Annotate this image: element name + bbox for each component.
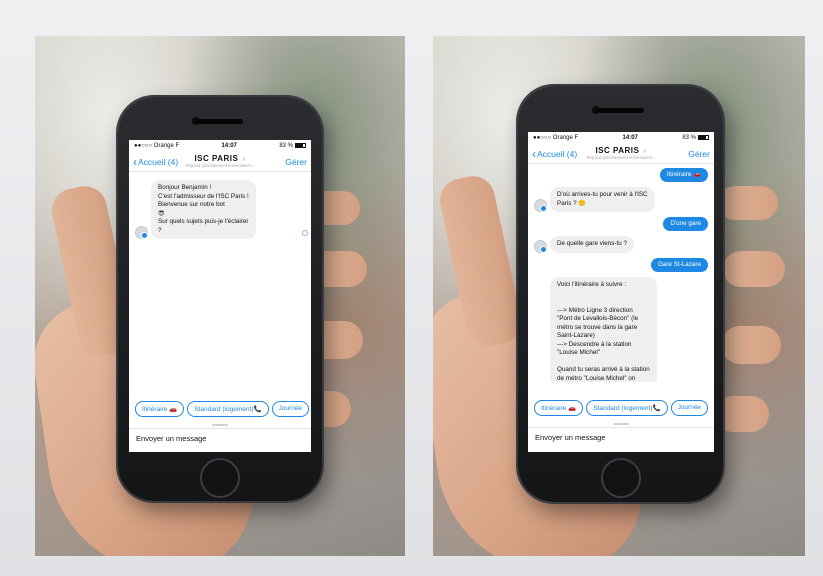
bot-message: D'où arrives-tu pour venir à l'ISC Paris… <box>550 187 655 213</box>
message-input[interactable]: Envoyer un message <box>129 428 311 448</box>
quick-reply-itinerary[interactable]: Itinéraire 🚗 <box>135 401 185 417</box>
chevron-right-icon: › <box>242 154 246 163</box>
battery-indicator: 83 % <box>682 134 709 141</box>
list-item: Bonjour Benjamin ! C'est l'admisseur de … <box>135 180 305 239</box>
bot-message: De quelle gare viens-tu ? <box>550 236 635 253</box>
list-item: D'une gare <box>534 217 708 232</box>
list-item: Gare St-Lazare <box>534 257 708 273</box>
list-item: Itinéraire 🚗 <box>534 168 708 183</box>
user-message: Itinéraire 🚗 <box>659 168 708 183</box>
back-button[interactable]: ‹ Accueil (4) <box>133 156 178 168</box>
phone-left: ●●○○○ Orange F 14:07 83 % ‹ Accueil (4) I… <box>118 97 322 501</box>
chat-thread: Bonjour Benjamin ! C'est l'admisseur de … <box>129 172 311 239</box>
battery-indicator: 83 % <box>279 142 306 149</box>
chevron-left-icon: ‹ <box>133 154 137 169</box>
chat-thread: Itinéraire 🚗 D'où arrives-tu pour venir … <box>528 164 714 382</box>
earpiece-speaker <box>597 108 644 113</box>
message-input[interactable]: Envoyer un message <box>528 427 714 447</box>
quick-reply-standard[interactable]: Standard (logement)📞 <box>187 401 269 417</box>
finger <box>723 251 785 287</box>
chevron-right-icon: › <box>643 146 647 155</box>
battery-icon <box>698 134 709 140</box>
carrier-label: ●●○○○ Orange F <box>533 135 579 141</box>
drag-handle[interactable] <box>613 423 629 425</box>
quick-reply-standard[interactable]: Standard (logement)📞 <box>586 400 668 416</box>
finger <box>718 186 778 220</box>
bot-message: Bonjour Benjamin ! C'est l'admisseur de … <box>151 180 256 239</box>
clock: 14:07 <box>622 135 638 141</box>
quick-reply-journee[interactable]: Journée <box>271 401 310 417</box>
bot-avatar <box>534 199 547 213</box>
phone-screen: ●●○○○ Orange F 14:07 83 % ‹ Accueil (4) I… <box>528 132 714 452</box>
phone-right: ●●○○○ Orange F 14:07 83 % ‹ Accueil (4) I… <box>518 86 723 502</box>
manage-button[interactable]: Gérer <box>688 149 710 159</box>
nav-bar: ‹ Accueil (4) ISC PARIS › Répond généralem… <box>129 152 311 172</box>
list-item: De quelle gare viens-tu ? <box>534 236 708 253</box>
read-receipt-icon <box>302 230 308 236</box>
finger <box>715 396 769 432</box>
status-bar: ●●○○○ Orange F 14:07 83 % <box>528 132 714 144</box>
bot-message: Voici l'itinéraire à suivre : ---> Métro… <box>550 277 657 382</box>
quick-replies: Itinéraire 🚗 Standard (logement)📞 Journé… <box>129 401 311 417</box>
back-label: Accueil (4) <box>537 148 578 159</box>
list-item: Voici l'itinéraire à suivre : ---> Métro… <box>534 277 708 382</box>
earpiece-speaker <box>197 119 243 124</box>
back-button[interactable]: ‹ Accueil (4) <box>532 148 577 160</box>
finger <box>721 326 781 364</box>
clock: 14:07 <box>221 143 237 149</box>
quick-replies: Itinéraire 🚗 Standard (logement)📞 Journé… <box>528 400 714 416</box>
quick-reply-journee[interactable]: Journée <box>670 400 709 416</box>
manage-button[interactable]: Gérer <box>285 157 307 167</box>
quick-reply-itinerary[interactable]: Itinéraire 🚗 <box>534 400 584 416</box>
back-label: Accueil (4) <box>138 156 179 167</box>
battery-icon <box>295 142 306 148</box>
phone-screen: ●●○○○ Orange F 14:07 83 % ‹ Accueil (4) I… <box>129 140 311 452</box>
carrier-label: ●●○○○ Orange F <box>134 143 180 149</box>
list-item: D'où arrives-tu pour venir à l'ISC Paris… <box>534 187 708 213</box>
user-message: Gare St-Lazare <box>650 257 708 273</box>
status-bar: ●●○○○ Orange F 14:07 83 % <box>129 140 311 152</box>
home-button[interactable] <box>200 458 240 498</box>
drag-handle[interactable] <box>212 424 228 426</box>
nav-bar: ‹ Accueil (4) ISC PARIS › Répond généralem… <box>528 144 714 164</box>
home-button[interactable] <box>600 458 641 498</box>
bot-avatar <box>135 226 148 239</box>
chevron-left-icon: ‹ <box>532 146 536 161</box>
user-message: D'une gare <box>663 217 708 232</box>
bot-avatar <box>534 239 547 253</box>
